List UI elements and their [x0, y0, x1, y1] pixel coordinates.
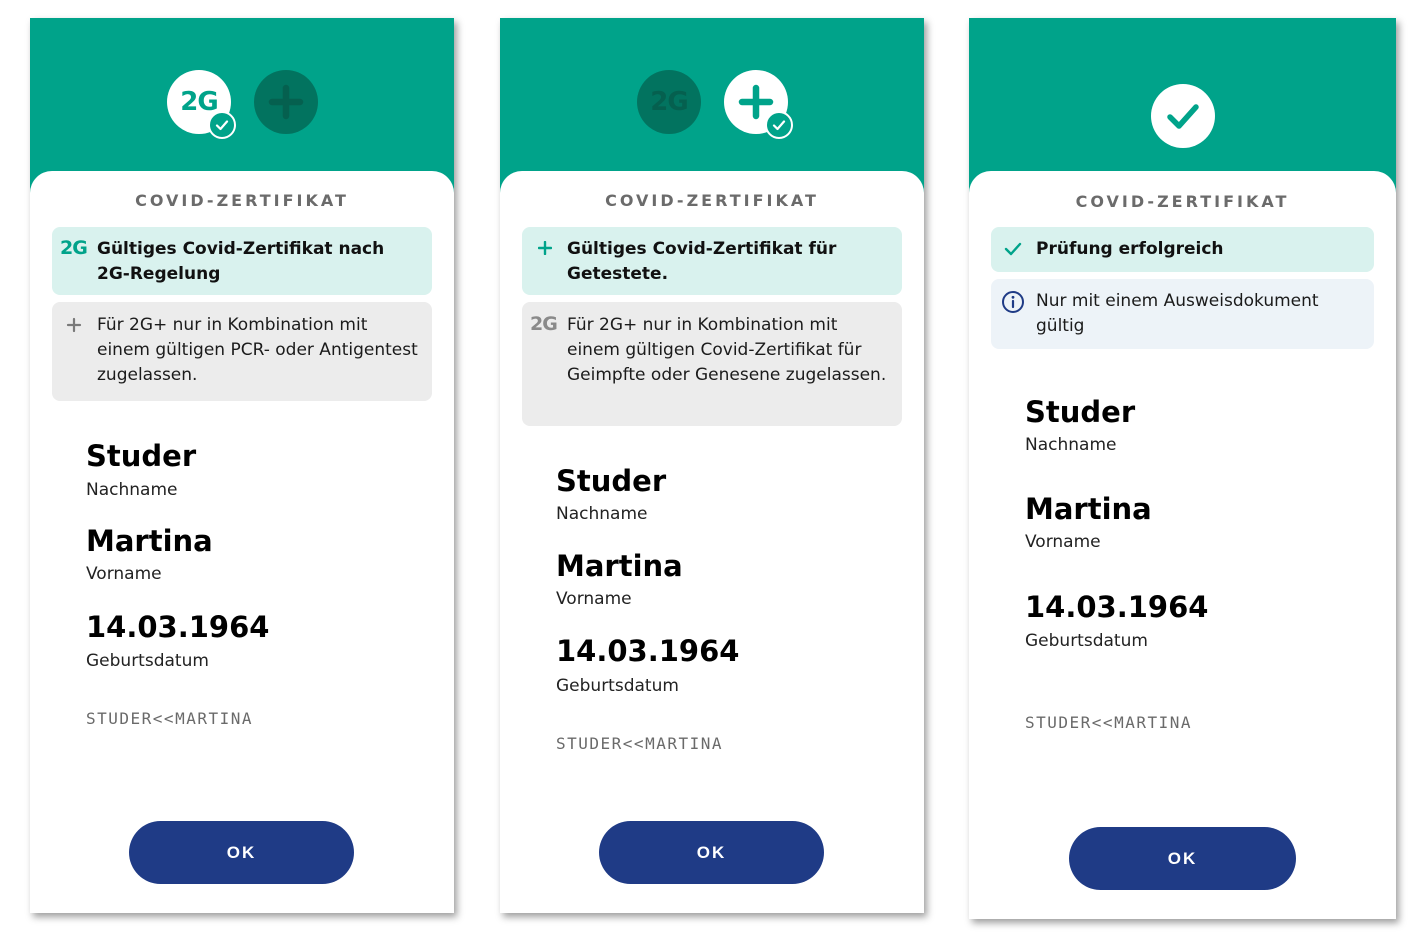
last-name-label: Nachname — [556, 504, 648, 524]
ok-button[interactable]: OK — [129, 821, 354, 884]
status-primary-box: Prüfung erfolgreich — [991, 227, 1374, 272]
first-name-label: Vorname — [556, 589, 632, 609]
2g-mini-icon: 2G — [60, 237, 88, 259]
birthdate-value: 14.03.1964 — [86, 610, 270, 644]
card-title: COVID-ZERTIFIKAT — [605, 191, 819, 210]
status-secondary-text: Für 2G+ nur in Kombination mit einem gül… — [97, 315, 418, 385]
status-primary-box: 2G Gültiges Covid-Zertifikat nach 2G-Reg… — [52, 227, 432, 295]
status-secondary-box: Nur mit einem Ausweisdokument gültig — [991, 279, 1374, 349]
plus-icon — [66, 317, 82, 333]
birthdate-label: Geburtsdatum — [1025, 631, 1148, 651]
status-secondary-box: 2G Für 2G+ nur in Kombination mit einem … — [522, 302, 902, 426]
last-name-value: Studer — [556, 464, 667, 498]
card-title: COVID-ZERTIFIKAT — [1075, 192, 1290, 211]
last-name-value: Studer — [1025, 395, 1136, 429]
mrz-line: STUDER<<MARTINA — [86, 709, 253, 728]
first-name-value: Martina — [556, 549, 683, 583]
2g-status-icon: 2G — [637, 70, 701, 134]
birthdate-value: 14.03.1964 — [1025, 590, 1209, 624]
mrz-line: STUDER<<MARTINA — [556, 734, 723, 753]
first-name-value: Martina — [86, 524, 213, 558]
ok-button[interactable]: OK — [1069, 827, 1296, 890]
birthdate-value: 14.03.1964 — [556, 634, 740, 668]
certificate-card: COVID-ZERTIFIKAT Gültiges Covid-Zertifik… — [500, 171, 924, 913]
plus-icon — [538, 241, 552, 255]
status-secondary-box: Für 2G+ nur in Kombination mit einem gül… — [52, 302, 432, 401]
check-badge-icon — [765, 111, 793, 139]
birthdate-label: Geburtsdatum — [556, 676, 679, 696]
card-title: COVID-ZERTIFIKAT — [135, 191, 349, 210]
last-name-label: Nachname — [1025, 435, 1117, 455]
certificate-screen-2g: 2G COVID-ZERTIFIKAT 2G Gültiges Covid-Ze… — [30, 18, 454, 913]
last-name-value: Studer — [86, 439, 197, 473]
status-primary-text: Gültiges Covid-Zertifikat für Getestete. — [567, 239, 837, 284]
first-name-label: Vorname — [1025, 532, 1101, 552]
checkmark-icon — [1004, 242, 1022, 256]
checkmark-status-icon — [1151, 84, 1215, 148]
certificate-card: COVID-ZERTIFIKAT Prüfung erfolgreich Nur… — [969, 171, 1396, 919]
2g-status-icon: 2G — [167, 70, 236, 139]
certificate-card: COVID-ZERTIFIKAT 2G Gültiges Covid-Zerti… — [30, 171, 454, 913]
plus-status-icon — [254, 70, 318, 134]
ok-button[interactable]: OK — [599, 821, 824, 884]
check-badge-icon — [208, 111, 236, 139]
last-name-label: Nachname — [86, 480, 178, 500]
status-secondary-text: Nur mit einem Ausweisdokument gültig — [1036, 291, 1319, 336]
info-icon — [1002, 291, 1024, 313]
mrz-line: STUDER<<MARTINA — [1025, 713, 1192, 732]
certificate-screen-verified: COVID-ZERTIFIKAT Prüfung erfolgreich Nur… — [969, 18, 1396, 919]
status-primary-box: Gültiges Covid-Zertifikat für Getestete. — [522, 227, 902, 295]
first-name-label: Vorname — [86, 564, 162, 584]
status-secondary-text: Für 2G+ nur in Kombination mit einem gül… — [567, 315, 887, 385]
certificate-screen-test: 2G COVID-ZERTIFIKAT Gültiges Covid-Zerti… — [500, 18, 924, 913]
plus-status-icon — [724, 70, 793, 139]
first-name-value: Martina — [1025, 492, 1152, 526]
birthdate-label: Geburtsdatum — [86, 651, 209, 671]
status-primary-text: Prüfung erfolgreich — [1036, 239, 1224, 259]
status-primary-text: Gültiges Covid-Zertifikat nach 2G-Regelu… — [97, 239, 385, 284]
2g-mini-icon: 2G — [530, 313, 558, 335]
